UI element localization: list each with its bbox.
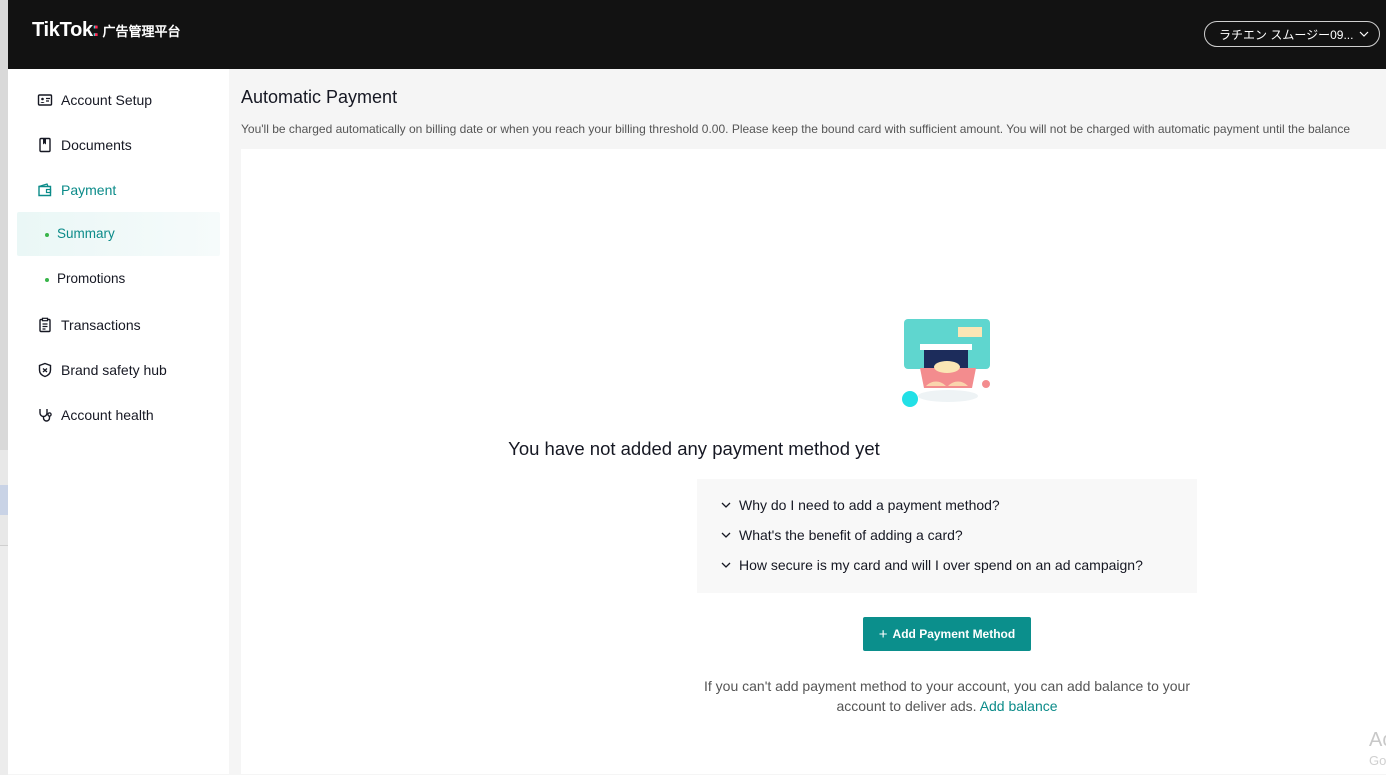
faq-item-benefit[interactable]: What's the benefit of adding a card? bbox=[721, 524, 963, 546]
logo-colon: : bbox=[92, 19, 100, 41]
faq-item-why-add[interactable]: Why do I need to add a payment method? bbox=[721, 494, 1000, 516]
stethoscope-icon bbox=[39, 409, 52, 422]
bullet-icon bbox=[45, 233, 49, 237]
sidebar-item-payment[interactable]: Payment bbox=[8, 168, 229, 212]
sidebar-subitem-label: Promotions bbox=[57, 271, 126, 286]
activate-windows-watermark-sub: Go bbox=[1369, 753, 1386, 768]
account-name: ラチエン スムージー09... bbox=[1219, 27, 1354, 42]
page-description: You'll be charged automatically on billi… bbox=[241, 122, 1350, 136]
sidebar-subitem-summary[interactable]: Summary bbox=[17, 212, 220, 256]
faq-panel: Why do I need to add a payment method? W… bbox=[697, 479, 1197, 593]
sidebar-item-account-health[interactable]: Account health bbox=[8, 393, 229, 437]
sidebar-item-label: Transactions bbox=[61, 317, 141, 333]
sidebar-item-label: Account Setup bbox=[61, 92, 153, 108]
sidebar-item-transactions[interactable]: Transactions bbox=[8, 303, 229, 347]
faq-question: How secure is my card and will I over sp… bbox=[739, 557, 1143, 573]
add-payment-method-button[interactable]: + Add Payment Method bbox=[863, 617, 1031, 651]
clipboard-icon bbox=[39, 317, 51, 333]
chevron-down-icon bbox=[721, 532, 731, 538]
sidebar-item-label: Brand safety hub bbox=[61, 362, 167, 378]
bookmark-icon bbox=[39, 137, 51, 153]
chevron-down-icon bbox=[721, 502, 731, 508]
sidebar-subitem-label: Summary bbox=[57, 226, 115, 241]
wallet-icon bbox=[38, 183, 52, 197]
hint-text: If you can't add payment method to your … bbox=[704, 678, 1190, 714]
faq-question: What's the benefit of adding a card? bbox=[739, 527, 963, 543]
add-balance-link[interactable]: Add balance bbox=[980, 698, 1058, 714]
account-switcher-button[interactable]: ラチエン スムージー09... bbox=[1204, 21, 1380, 47]
add-balance-hint: If you can't add payment method to your … bbox=[697, 676, 1197, 716]
sidebar-item-documents[interactable]: Documents bbox=[8, 123, 229, 167]
add-payment-method-label: Add Payment Method bbox=[892, 627, 1016, 641]
sidebar-item-brand-safety-hub[interactable]: Brand safety hub bbox=[8, 348, 229, 392]
chevron-down-icon bbox=[721, 562, 731, 568]
sidebar-item-label: Documents bbox=[61, 137, 132, 153]
left-window-edge bbox=[0, 0, 8, 775]
bullet-icon bbox=[45, 278, 49, 282]
faq-item-security[interactable]: How secure is my card and will I over sp… bbox=[721, 554, 1143, 576]
logo-brand: TikTok bbox=[32, 19, 93, 41]
activate-windows-watermark: Ac bbox=[1369, 729, 1386, 751]
sidebar-item-label: Account health bbox=[61, 407, 154, 423]
sidebar: Account Setup Documents Payment Summary … bbox=[8, 69, 229, 774]
shield-icon bbox=[38, 362, 52, 378]
id-card-icon bbox=[37, 94, 53, 106]
tiktok-logo[interactable]: TikTok: 广告管理平台 bbox=[32, 19, 181, 42]
plus-icon: + bbox=[878, 625, 888, 643]
page-title: Automatic Payment bbox=[241, 87, 398, 107]
empty-state-title: You have not added any payment method ye… bbox=[508, 438, 880, 459]
faq-question: Why do I need to add a payment method? bbox=[739, 497, 1000, 513]
top-header: TikTok: 广告管理平台 ラチエン スムージー09... bbox=[8, 0, 1386, 69]
payment-method-card: You have not added any payment method ye… bbox=[241, 149, 1386, 774]
sidebar-item-label: Payment bbox=[61, 182, 117, 198]
credit-card-illustration bbox=[902, 319, 990, 407]
sidebar-subitem-promotions[interactable]: Promotions bbox=[17, 257, 220, 301]
sidebar-item-account-setup[interactable]: Account Setup bbox=[8, 78, 229, 122]
chevron-down-icon bbox=[1359, 31, 1369, 37]
logo-subtitle: 广告管理平台 bbox=[102, 24, 181, 39]
